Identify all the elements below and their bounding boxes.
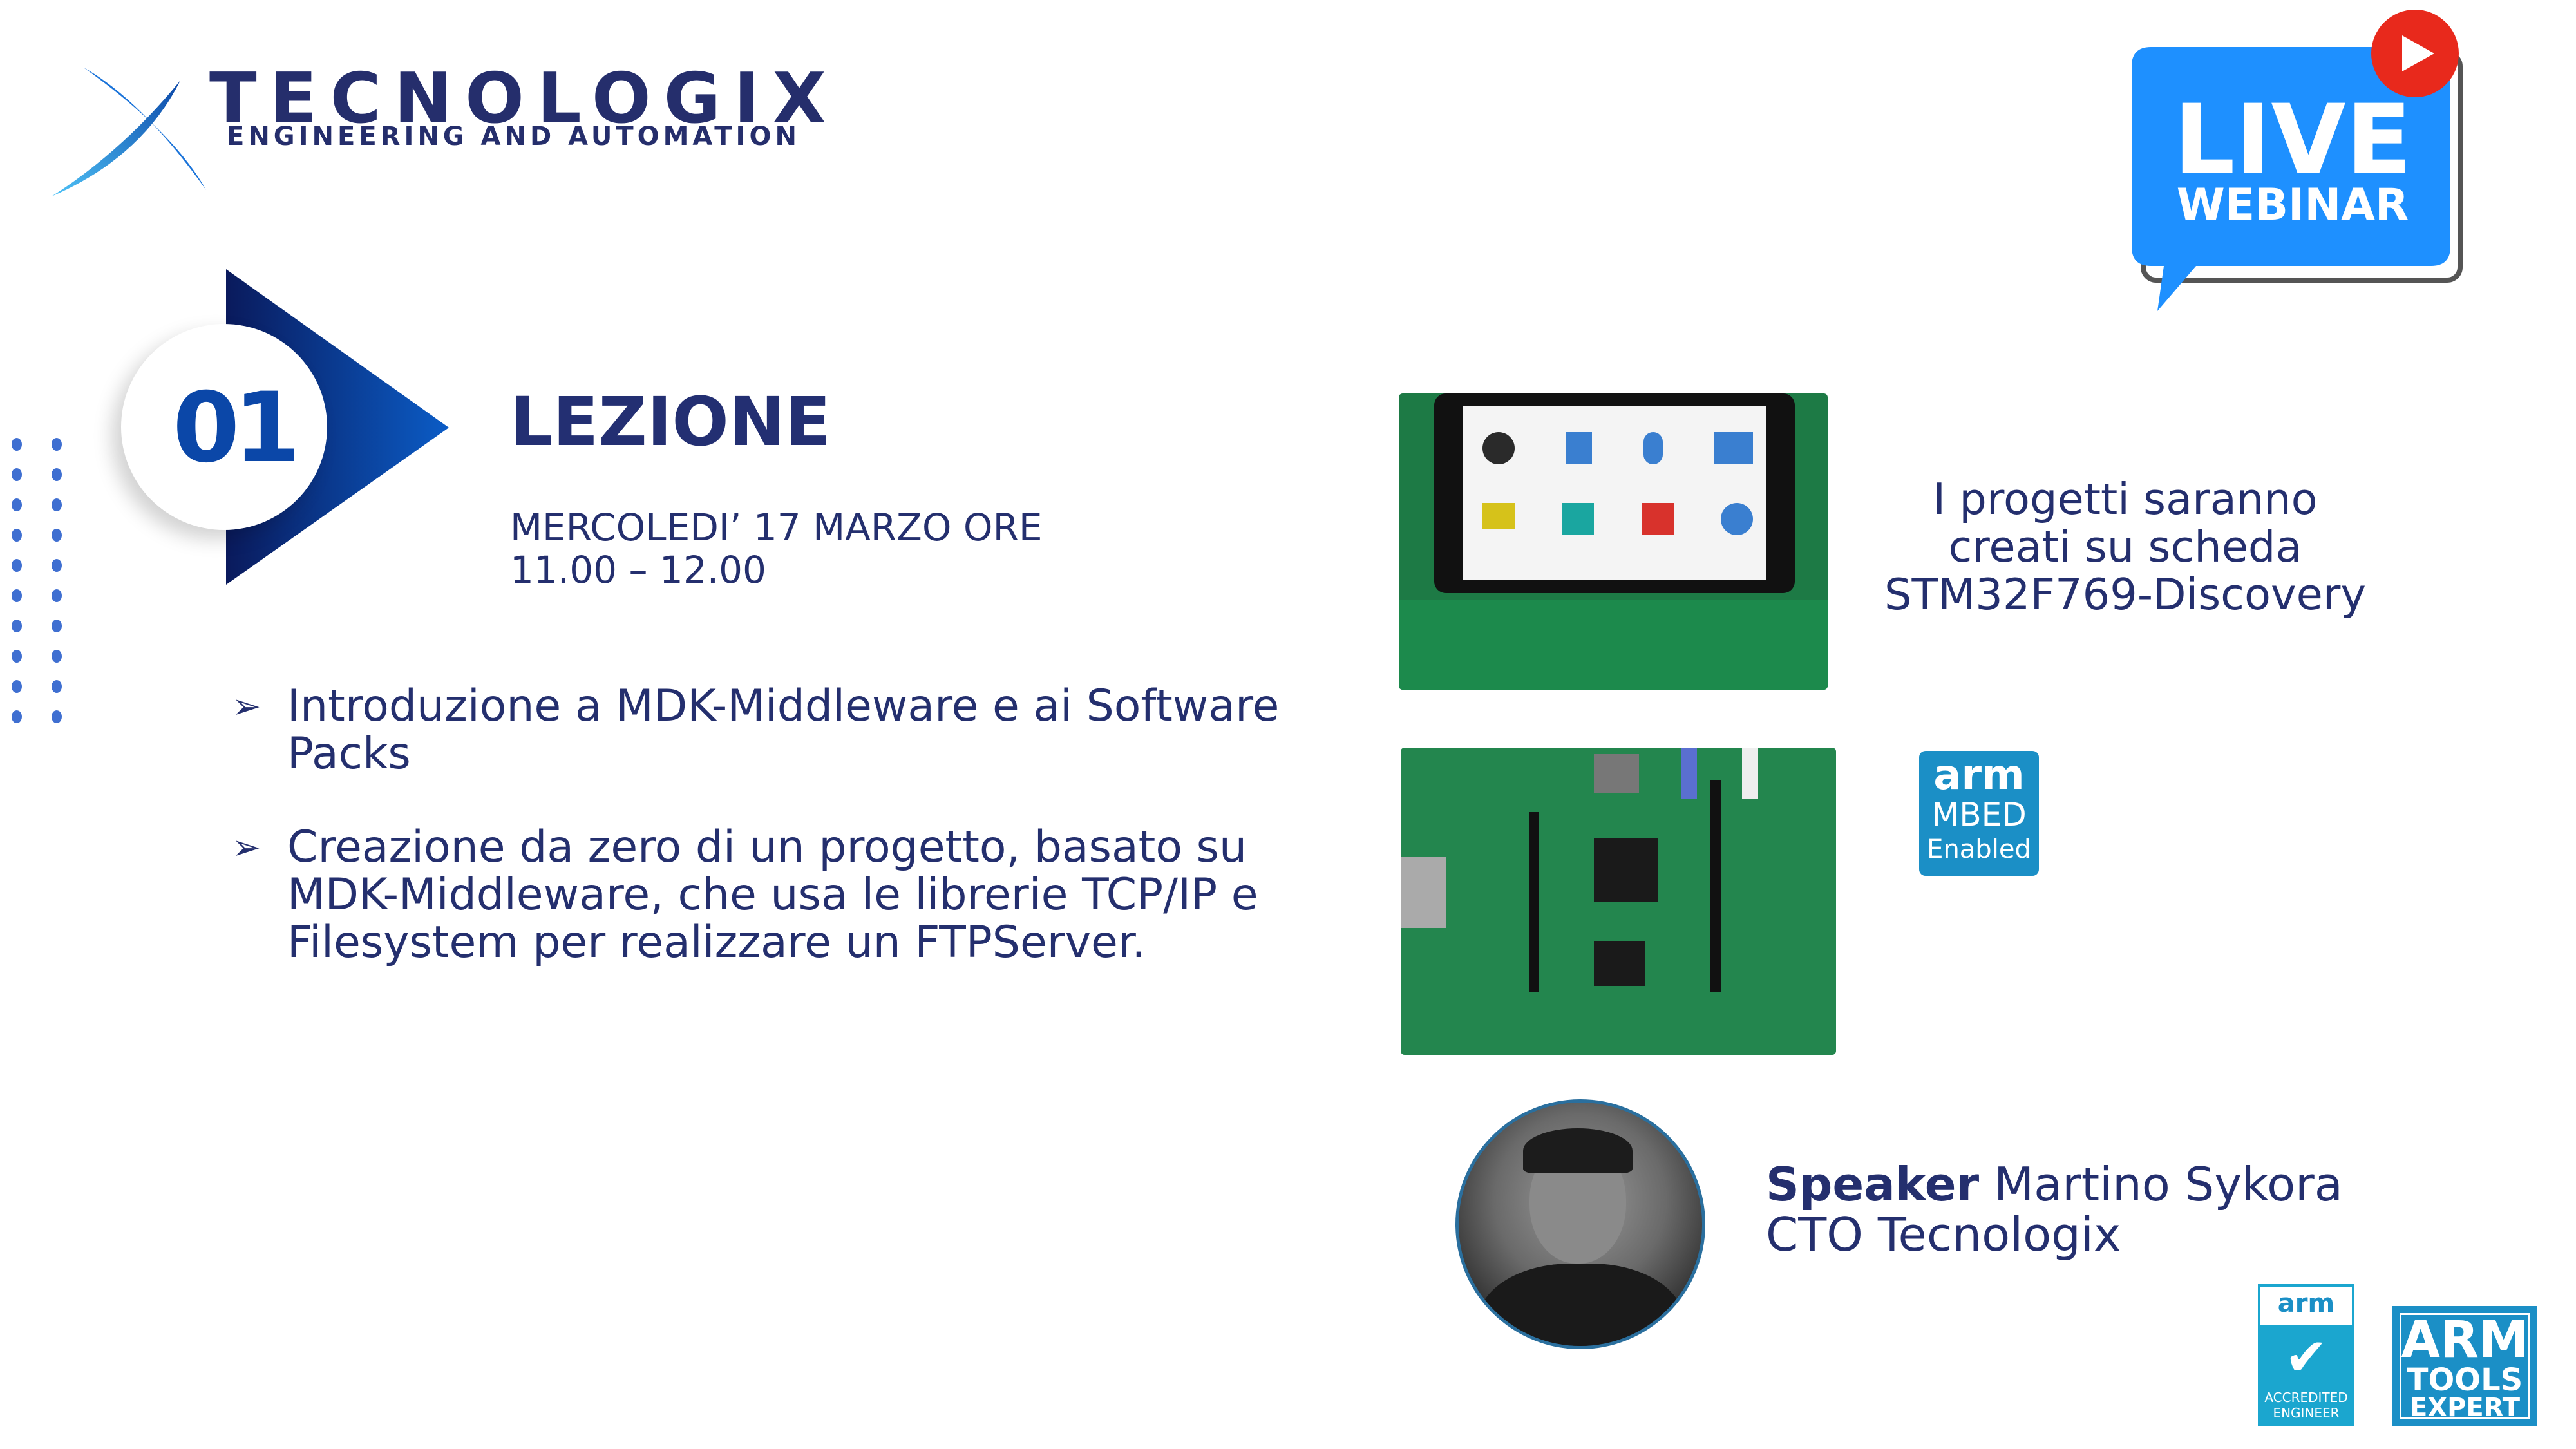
dot [52, 620, 62, 632]
tools-expert-line2: TOOLS [2407, 1362, 2523, 1398]
dot [12, 650, 22, 663]
badge-live-text: LIVE [2174, 84, 2412, 196]
dot [52, 589, 62, 602]
board-info-line1: I progetti saranno [1933, 474, 2318, 524]
dot [12, 620, 22, 632]
bullet-text: Introduzione a MDK-Middleware e ai Softw… [287, 681, 1280, 779]
arm-accredited-engineer-badge: arm ✔ ACCREDITED ENGINEER [2258, 1284, 2354, 1426]
dot [12, 589, 22, 602]
arm-mbed-enabled-badge: arm MBED Enabled [1919, 751, 2039, 876]
dot [52, 498, 62, 511]
dot [12, 529, 22, 542]
lesson-date-line1: MERCOLEDI’ 17 MARZO ORE [510, 506, 1043, 549]
dot [52, 529, 62, 542]
tools-expert-line1: ARM [2401, 1311, 2529, 1369]
dot [52, 468, 62, 481]
board-pcb-image [1401, 748, 1836, 1055]
dot [12, 438, 22, 451]
dot [52, 438, 62, 451]
board-display-image [1399, 393, 1828, 690]
dot [12, 559, 22, 572]
lesson-date-line2: 11.00 – 12.00 [510, 548, 766, 592]
board-info-line2: creati su scheda [1948, 522, 2302, 572]
bullet-text: Creazione da zero di un progetto, basato… [287, 822, 1258, 968]
dot [52, 559, 62, 572]
arrow-bullet-icon: ➢ [232, 827, 261, 867]
dot [52, 710, 62, 723]
lesson-number: 01 [173, 372, 301, 484]
accredited-line1: arm [2260, 1287, 2352, 1325]
live-webinar-badge: LIVE WEBINAR [2119, 8, 2479, 317]
arm-tools-expert-badge: ARM TOOLS EXPERT [2392, 1306, 2537, 1426]
speaker-info: Speaker Martino Sykora CTO Tecnologix [1766, 1159, 2343, 1260]
dot [12, 498, 22, 511]
dot [52, 680, 62, 693]
mbed-badge-line3: Enabled [1927, 835, 2031, 864]
logo-tagline: ENGINEERING AND AUTOMATION [227, 122, 800, 151]
speaker-avatar [1455, 1099, 1705, 1349]
dot [52, 650, 62, 663]
board-info-text: I progetti saranno creati su scheda STM3… [1855, 475, 2396, 618]
dot [12, 710, 22, 723]
accredited-line3: ENGINEER [2273, 1405, 2340, 1421]
board-info-line3: STM32F769-Discovery [1884, 569, 2367, 620]
speaker-role: CTO Tecnologix [1766, 1208, 2121, 1262]
badge-webinar-text: WEBINAR [2176, 180, 2409, 231]
lesson-date: MERCOLEDI’ 17 MARZO ORE 11.00 – 12.00 [510, 506, 1043, 591]
dot [12, 680, 22, 693]
tools-expert-line3: EXPERT [2409, 1393, 2521, 1423]
mbed-badge-line2: MBED [1931, 796, 2027, 833]
dot [12, 468, 22, 481]
speaker-name: Martino Sykora [1994, 1157, 2343, 1211]
checkmark-icon: ✔ [2284, 1327, 2328, 1387]
accredited-line2: ACCREDITED [2264, 1390, 2348, 1405]
mbed-badge-line1: arm [1933, 752, 2025, 799]
arrow-bullet-icon: ➢ [232, 686, 261, 726]
speaker-label: Speaker [1766, 1157, 1980, 1211]
lesson-title: LEZIONE [510, 383, 831, 461]
